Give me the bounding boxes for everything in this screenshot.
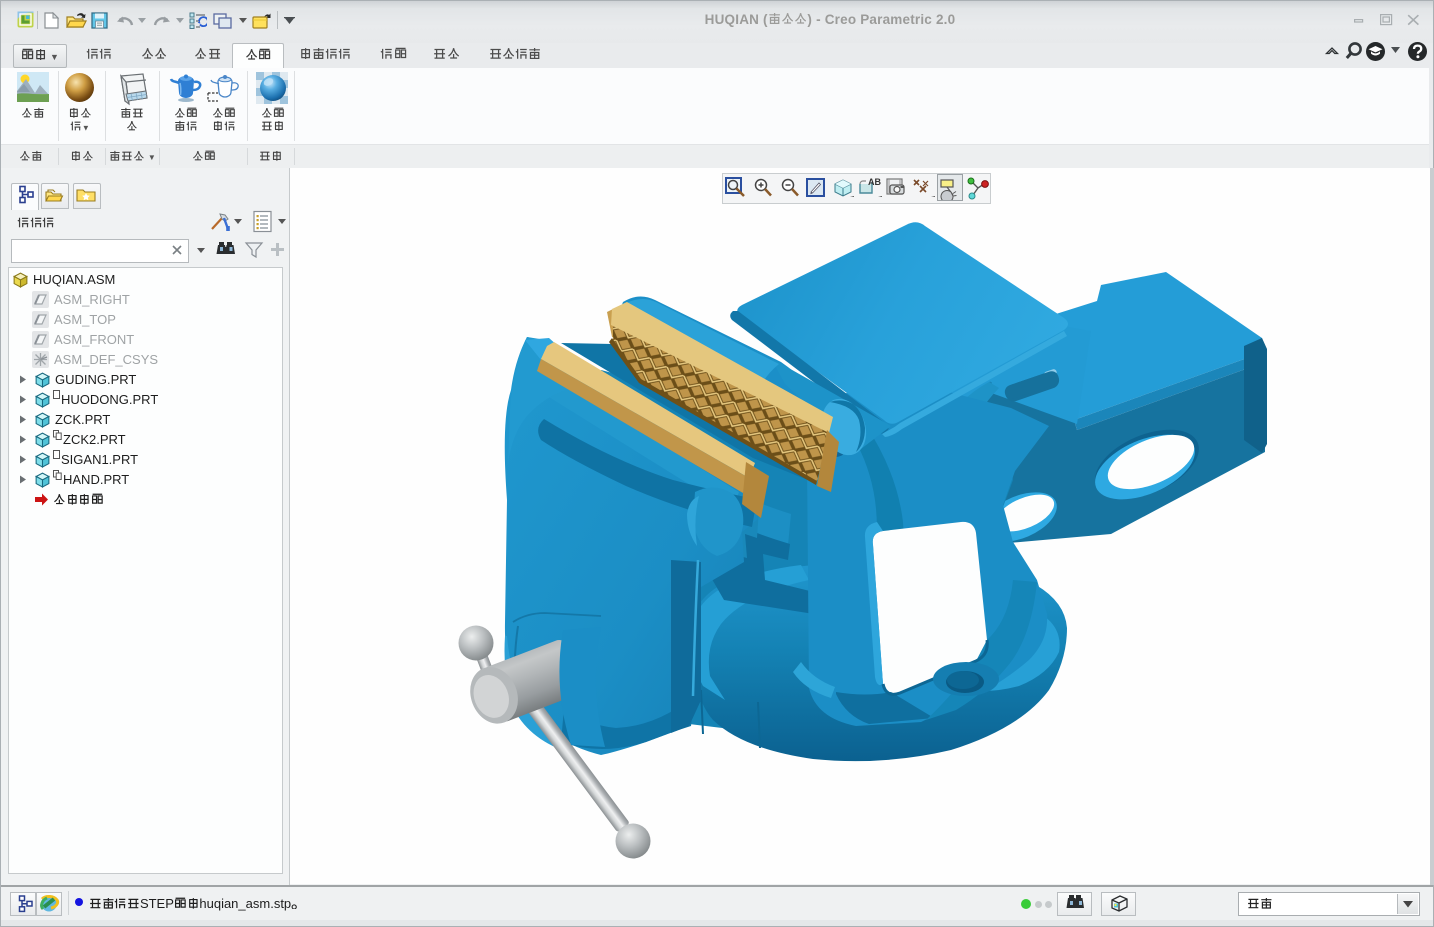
svg-text:AB: AB [868,177,881,187]
